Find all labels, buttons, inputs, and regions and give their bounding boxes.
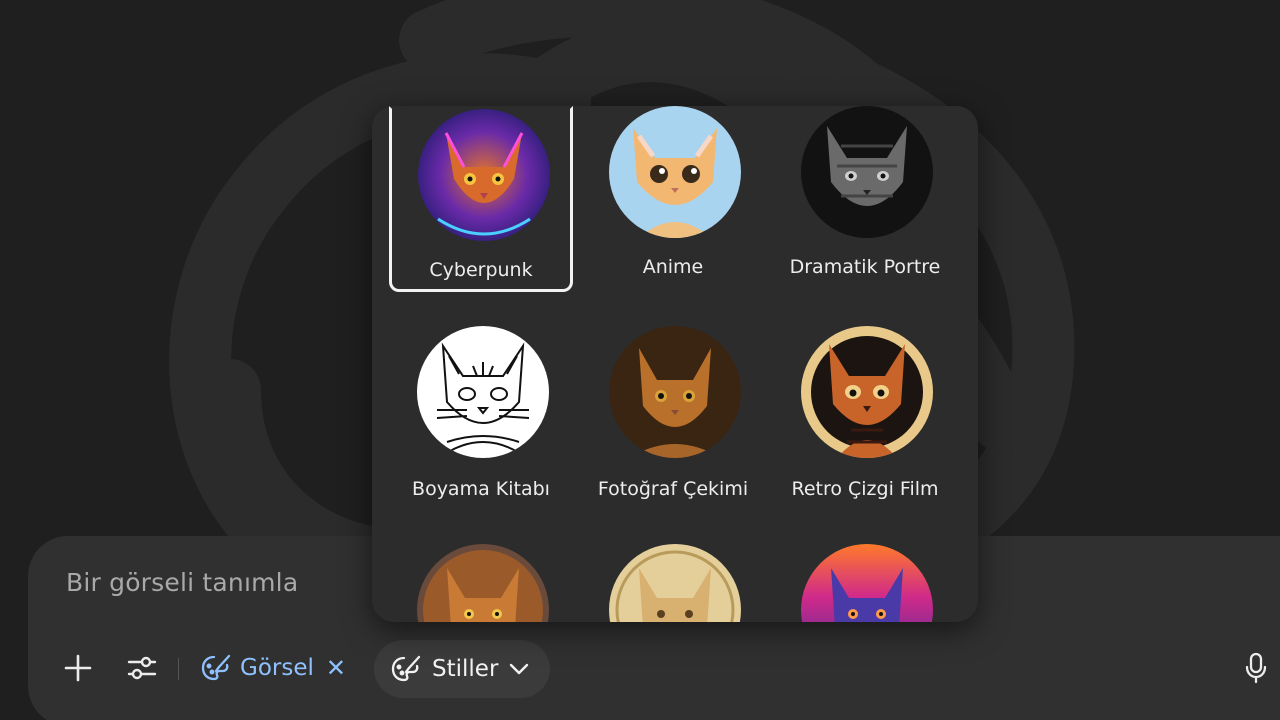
style-card-9[interactable] bbox=[773, 544, 957, 622]
style-thumbnail bbox=[609, 544, 741, 622]
style-card-dramatic-portrait[interactable]: Dramatik Portre bbox=[773, 106, 957, 292]
style-label: Dramatik Portre bbox=[789, 256, 941, 278]
style-thumbnail bbox=[417, 326, 549, 458]
microphone-icon bbox=[1245, 652, 1267, 684]
style-picker-panel: Cyberpunk Anime Dramatik Portre Boyama K… bbox=[372, 106, 978, 622]
style-thumbnail bbox=[801, 326, 933, 458]
microphone-button[interactable] bbox=[1236, 648, 1276, 688]
tools-button[interactable] bbox=[122, 648, 162, 688]
styles-button-label: Stiller bbox=[432, 656, 499, 682]
style-thumbnail bbox=[801, 544, 933, 622]
style-thumbnail bbox=[418, 109, 550, 241]
image-mode-label: Görsel bbox=[240, 655, 314, 681]
style-thumbnail bbox=[609, 326, 741, 458]
style-card-8[interactable] bbox=[581, 544, 765, 622]
style-card-cyberpunk[interactable]: Cyberpunk bbox=[389, 106, 573, 292]
style-thumbnail bbox=[417, 544, 549, 622]
style-card-photoshoot[interactable]: Fotoğraf Çekimi bbox=[581, 326, 765, 512]
prompt-input[interactable]: Bir görseli tanımla bbox=[66, 568, 298, 597]
style-label: Cyberpunk bbox=[429, 259, 533, 281]
image-mode-chip[interactable]: Görsel ✕ bbox=[200, 648, 346, 688]
add-attachment-button[interactable] bbox=[58, 648, 98, 688]
sliders-icon bbox=[127, 656, 157, 680]
style-thumbnail bbox=[801, 106, 933, 238]
styles-dropdown-button[interactable]: Stiller bbox=[374, 640, 550, 698]
plus-icon bbox=[64, 654, 92, 682]
style-label: Anime bbox=[642, 256, 704, 278]
style-label: Fotoğraf Çekimi bbox=[597, 478, 749, 500]
close-icon[interactable]: ✕ bbox=[326, 656, 346, 680]
palette-icon bbox=[391, 655, 421, 682]
app-screen: Bir görseli tanımla Görsel ✕ Stiller Cyb… bbox=[0, 0, 1280, 720]
style-card-7[interactable] bbox=[389, 544, 573, 622]
chevron-down-icon bbox=[510, 663, 529, 675]
style-label: Retro Çizgi Film bbox=[791, 478, 939, 500]
style-card-retro-cartoon[interactable]: Retro Çizgi Film bbox=[773, 326, 957, 512]
style-label: Boyama Kitabı bbox=[412, 478, 550, 500]
style-thumbnail bbox=[609, 106, 741, 238]
toolbar-divider bbox=[178, 658, 179, 680]
style-card-coloring-book[interactable]: Boyama Kitabı bbox=[389, 326, 573, 512]
style-card-anime[interactable]: Anime bbox=[581, 106, 765, 292]
palette-icon bbox=[201, 654, 231, 681]
